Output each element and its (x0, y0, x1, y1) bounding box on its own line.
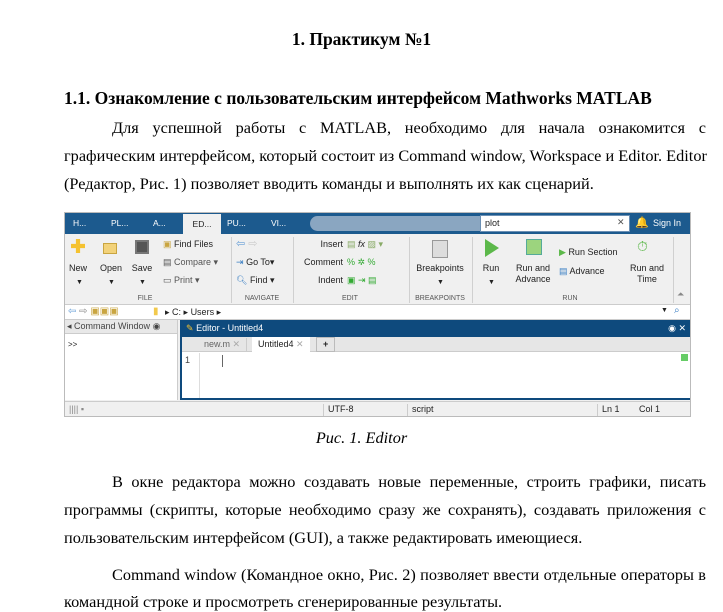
tab-editor[interactable]: ED... (183, 214, 221, 235)
paragraph-line: графическим интерфейсом, который состоит… (64, 146, 707, 165)
command-window-titlebar: ◂ Command Window ◉ (65, 320, 177, 334)
status-bar: |||| ▪ UTF-8 script Ln 1 Col 1 (65, 401, 690, 416)
paragraph-line: Command window (Командное окно, Рис. 2) … (112, 565, 706, 584)
back-forward-icon[interactable]: ⇦ ⇨ (236, 239, 258, 250)
group-label-edit: EDIT (342, 295, 358, 302)
run-icon (485, 239, 499, 257)
indent-icons[interactable]: ▣ ⇥ ▤ (347, 275, 377, 286)
run-time-icon: ⏱ (637, 238, 648, 254)
compare-button[interactable]: ▤ Compare ▾ (163, 257, 218, 268)
fx-icon[interactable]: fx (358, 239, 365, 249)
search-folder-icon[interactable]: ⌕ (674, 305, 680, 316)
insert-icons[interactable]: ▤ fx ▨ ▾ (347, 239, 383, 250)
folder-icon: ▮ (153, 306, 159, 317)
paragraph-line: (Редактор, Рис. 1) позволяет вводить ком… (64, 174, 594, 193)
matlab-screenshot: H... PL... A... ED... PU... VI... plot ✕… (64, 212, 691, 417)
editor-tabs: new.m ✕ Untitled4 ✕ + (182, 337, 690, 352)
paragraph-line: В окне редактора можно создавать новые п… (112, 472, 706, 491)
editor-panel[interactable]: ✎ Editor - Untitled4 ◉ ✕ new.m ✕ Untitle… (180, 320, 690, 400)
figure-caption: Рис. 1. Editor (315, 428, 408, 447)
editor-titlebar: ✎ Editor - Untitled4 ◉ ✕ (182, 322, 690, 337)
path-breadcrumb[interactable]: ▸ C: ▸ Users ▸ (165, 307, 221, 318)
group-label-breakpoints: BREAKPOINTS (415, 295, 465, 302)
comment-icons[interactable]: % ✲ % (347, 257, 376, 268)
path-dropdown-icon[interactable]: ▼ (661, 307, 668, 314)
new-icon (71, 239, 85, 253)
save-icon (135, 240, 149, 254)
save-button[interactable]: Save (129, 263, 155, 274)
new-button[interactable]: New (67, 263, 89, 274)
command-window-panel[interactable]: ◂ Command Window ◉ >> (65, 320, 178, 400)
editor-pencil-icon: ✎ (186, 323, 194, 333)
run-and-time-button[interactable]: Run and Time (627, 263, 667, 285)
print-icon: ▭ (163, 275, 172, 285)
status-file-type: script (407, 404, 597, 416)
advance-icon: ▤ (559, 266, 568, 276)
ribbon-tab-bar: H... PL... A... ED... PU... VI... plot ✕… (65, 213, 690, 235)
comment-button[interactable]: Comment (297, 257, 343, 268)
breakpoints-button[interactable]: Breakpoints (413, 263, 467, 274)
open-folder-icon (103, 243, 117, 254)
run-and-advance-button[interactable]: Run and Advance (513, 263, 553, 285)
address-bar[interactable]: ⇦ ⇨ ▣▣▣ ▮ ▸ C: ▸ Users ▸ ▼ ⌕ (65, 304, 690, 320)
line-number: 1 (182, 353, 200, 398)
paragraph-line: пользовательским интерфейсом (GUI), а та… (64, 528, 583, 547)
run-section-button[interactable]: ▶ Run Section (559, 247, 617, 258)
new-tab-button[interactable]: + (316, 337, 336, 352)
section-heading: 1.1. Ознакомление с пользовательским инт… (64, 88, 652, 108)
status-grip-icon: |||| ▪ (69, 404, 85, 414)
find-button[interactable]: 🔍︎ Find ▾ (236, 275, 275, 286)
collapse-ribbon-icon[interactable]: ⏶ (677, 289, 684, 300)
find-files-icon: ▣ (163, 239, 172, 249)
quick-access-toolbar (310, 216, 480, 231)
compare-icon: ▤ (163, 257, 172, 267)
paragraph-line: Для успешной работы с MATLAB, необходимо… (112, 118, 706, 137)
tab-view[interactable]: VI... (271, 218, 286, 228)
command-prompt[interactable]: >> (65, 334, 177, 355)
editor-tab-new-m[interactable]: new.m ✕ (198, 338, 248, 352)
tab-plots[interactable]: PL... (111, 218, 128, 228)
paragraph-line: программы (скрипты, которые необходимо с… (64, 500, 706, 519)
find-icon: 🔍︎ (236, 275, 248, 285)
code-area[interactable] (204, 353, 690, 398)
print-button[interactable]: ▭ Print ▾ (163, 275, 200, 286)
open-button[interactable]: Open (98, 263, 124, 274)
editor-close-icon[interactable]: ◉ ✕ (668, 323, 686, 334)
indent-button[interactable]: Indent (309, 275, 343, 286)
page-title: 1. Практикум №1 (291, 29, 432, 49)
tab-apps[interactable]: A... (153, 218, 166, 228)
group-label-navigate: NAVIGATE (244, 295, 280, 302)
insert-button[interactable]: Insert (313, 239, 343, 250)
status-encoding: UTF-8 (323, 404, 407, 416)
sign-in-link[interactable]: Sign In (653, 218, 681, 228)
run-button[interactable]: Run (477, 263, 505, 274)
group-label-file: FILE (137, 295, 153, 302)
notification-bell-icon[interactable]: 🔔 (635, 216, 649, 229)
group-label-run: RUN (562, 295, 578, 302)
run-section-icon: ▶ (559, 247, 566, 257)
nav-buttons-icon[interactable]: ⇦ ⇨ ▣▣▣ (68, 306, 119, 317)
status-line: Ln 1 (597, 404, 635, 416)
advance-button[interactable]: ▤ Advance (559, 266, 605, 277)
run-advance-icon (526, 239, 542, 255)
goto-icon: ⇥ (236, 257, 244, 267)
clear-search-icon[interactable]: ✕ (617, 217, 625, 228)
editor-tab-untitled4[interactable]: Untitled4 ✕ (252, 337, 310, 352)
find-files-button[interactable]: ▣ Find Files (163, 239, 213, 250)
tab-publish[interactable]: PU... (227, 218, 246, 228)
search-input[interactable]: plot (480, 215, 630, 232)
status-column: Col 1 (639, 404, 661, 414)
tab-home[interactable]: H... (73, 218, 86, 228)
breakpoints-icon (432, 240, 448, 258)
paragraph-line: командной строке и просмотреть сгенериро… (64, 592, 503, 611)
goto-button[interactable]: ⇥ Go To▾ (236, 257, 274, 268)
